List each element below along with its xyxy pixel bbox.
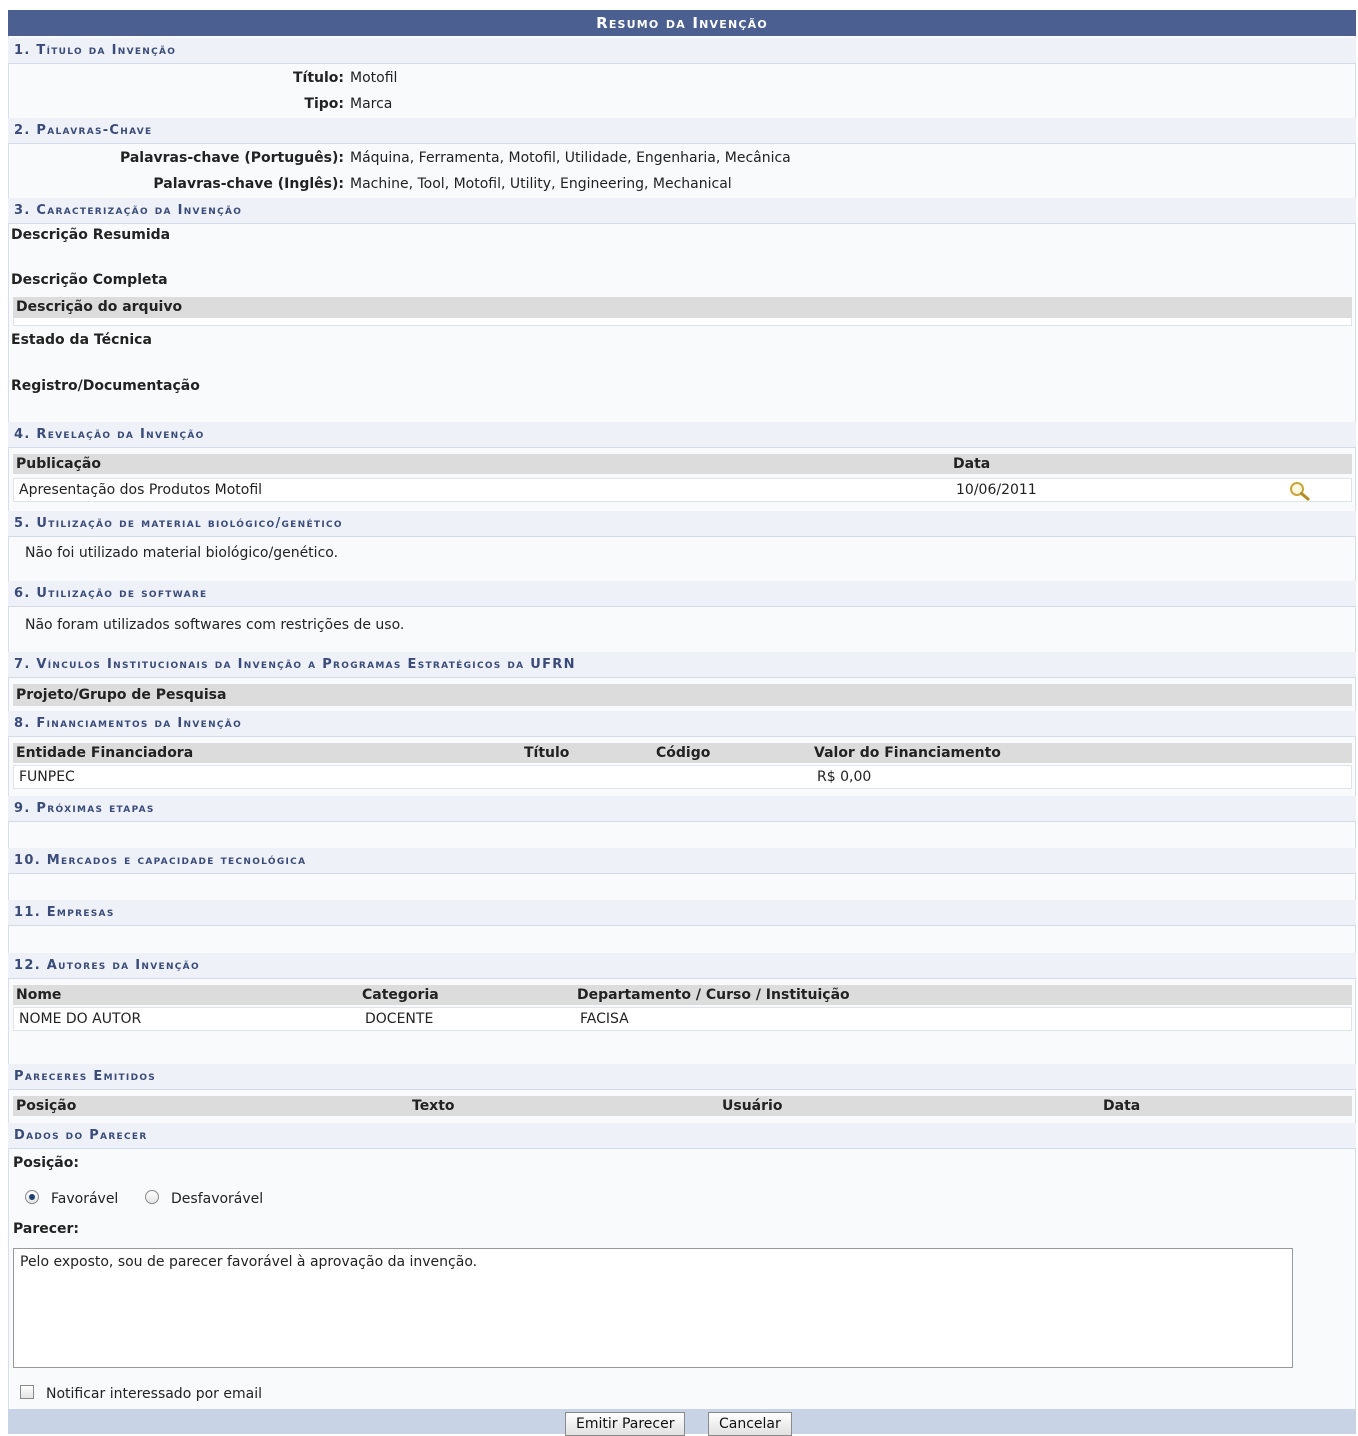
section-header-titulo: 1. Título da Invenção xyxy=(8,38,1356,64)
estado-tecnica-label: Estado da Técnica xyxy=(11,332,152,348)
notificar-label[interactable]: Notificar interessado por email xyxy=(46,1386,262,1402)
col-valor: Valor do Financiamento xyxy=(814,745,1001,761)
nome-cell: NOME DO AUTOR xyxy=(19,1011,142,1027)
revelacao-table-header: Publicação Data xyxy=(13,454,1352,474)
col-nome: Nome xyxy=(16,987,62,1003)
section-header-software: 6. Utilização de software xyxy=(8,581,1356,607)
col-posicao: Posição xyxy=(16,1098,77,1114)
parecer-label: Parecer: xyxy=(13,1221,80,1237)
col-data-parecer: Data xyxy=(1103,1098,1141,1114)
pareceres-table-header: Posição Texto Usuário Data xyxy=(13,1096,1352,1116)
col-texto: Texto xyxy=(412,1098,455,1114)
section-header-pareceres: Pareceres Emitidos xyxy=(8,1064,1356,1090)
palavras-pt-value: Máquina, Ferramenta, Motofil, Utilidade,… xyxy=(350,150,791,166)
palavras-en-label: Palavras-chave (Inglês): xyxy=(153,176,344,192)
tipo-value: Marca xyxy=(350,96,393,112)
col-codigo: Código xyxy=(656,745,711,761)
section-header-empresas: 11. Empresas xyxy=(8,900,1356,926)
registro-documentacao-label: Registro/Documentação xyxy=(11,378,200,394)
palavras-pt-label: Palavras-chave (Português): xyxy=(119,150,344,166)
col-data: Data xyxy=(953,456,991,472)
descricao-completa-label: Descrição Completa xyxy=(11,272,168,288)
projeto-grupo-label: Projeto/Grupo de Pesquisa xyxy=(16,687,227,703)
section-header-proximas-etapas: 9. Próximas etapas xyxy=(8,796,1356,822)
posicao-label: Posição: xyxy=(13,1155,79,1171)
col-departamento: Departamento / Curso / Instituição xyxy=(577,987,850,1003)
section-header-mercados: 10. Mercados e capacidade tecnológica xyxy=(8,848,1356,874)
cancel-button[interactable]: Cancelar xyxy=(708,1412,792,1436)
palavras-en-value: Machine, Tool, Motofil, Utility, Enginee… xyxy=(350,176,732,192)
favoravel-radio[interactable] xyxy=(25,1190,39,1204)
software-text: Não foram utilizados softwares com restr… xyxy=(25,617,405,633)
page: Resumo da Invenção 1. Título da Invenção… xyxy=(0,0,1358,1436)
desfavoravel-radio[interactable] xyxy=(145,1190,159,1204)
titulo-label: Título: xyxy=(292,70,344,86)
section-header-autores: 12. Autores da Invenção xyxy=(8,953,1356,979)
descricao-arquivo-table-body xyxy=(13,318,1352,326)
descricao-arquivo-header: Descrição do arquivo xyxy=(13,297,1352,318)
descricao-resumida-label: Descrição Resumida xyxy=(11,227,171,243)
table-row: Apresentação dos Produtos Motofil 10/06/… xyxy=(13,478,1352,502)
section-header-financiamentos: 8. Financiamentos da Invenção xyxy=(8,711,1356,737)
projeto-grupo-header: Projeto/Grupo de Pesquisa xyxy=(13,684,1352,706)
desfavoravel-label[interactable]: Desfavorável xyxy=(171,1191,263,1207)
publicacao-cell: Apresentação dos Produtos Motofil xyxy=(19,482,263,498)
entidade-cell: FUNPEC xyxy=(19,769,75,785)
valor-cell: R$ 0,00 xyxy=(817,769,872,785)
emitir-parecer-button[interactable]: Emitir Parecer xyxy=(565,1412,686,1436)
col-usuario: Usuário xyxy=(722,1098,783,1114)
section-header-dados-parecer: Dados do Parecer xyxy=(8,1123,1356,1149)
favoravel-label[interactable]: Favorável xyxy=(51,1191,118,1207)
titulo-value: Motofil xyxy=(350,70,398,86)
tipo-label: Tipo: xyxy=(304,96,344,112)
autores-table-header: Nome Categoria Departamento / Curso / In… xyxy=(13,985,1352,1005)
descricao-arquivo-label: Descrição do arquivo xyxy=(16,299,183,315)
departamento-cell: FACISA xyxy=(580,1011,629,1027)
financiamentos-table-header: Entidade Financiadora Título Código Valo… xyxy=(13,743,1352,763)
col-titulo: Título xyxy=(524,745,570,761)
material-biologico-text: Não foi utilizado material biológico/gen… xyxy=(25,545,339,561)
col-categoria: Categoria xyxy=(362,987,439,1003)
page-title: Resumo da Invenção xyxy=(8,10,1356,36)
col-publicacao: Publicação xyxy=(16,456,101,472)
table-row: FUNPEC R$ 0,00 xyxy=(13,765,1352,789)
magnifier-icon[interactable] xyxy=(1288,480,1312,502)
section-header-vinculos: 7. Vínculos Institucionais da Invenção a… xyxy=(8,652,1356,678)
section-header-palavras-chave: 2. Palavras-Chave xyxy=(8,118,1356,144)
section-header-caracterizacao: 3. Caracterização da Invenção xyxy=(8,198,1356,224)
notificar-checkbox[interactable] xyxy=(20,1385,34,1399)
parecer-textarea[interactable]: Pelo exposto, sou de parecer favorável à… xyxy=(13,1248,1293,1368)
data-cell: 10/06/2011 xyxy=(956,482,1037,498)
col-entidade: Entidade Financiadora xyxy=(16,745,194,761)
section-header-material-biologico: 5. Utilização de material biológico/gené… xyxy=(8,511,1356,537)
section-header-revelacao: 4. Revelação da Invenção xyxy=(8,422,1356,448)
table-row: NOME DO AUTOR DOCENTE FACISA xyxy=(13,1007,1352,1031)
categoria-cell: DOCENTE xyxy=(365,1011,434,1027)
